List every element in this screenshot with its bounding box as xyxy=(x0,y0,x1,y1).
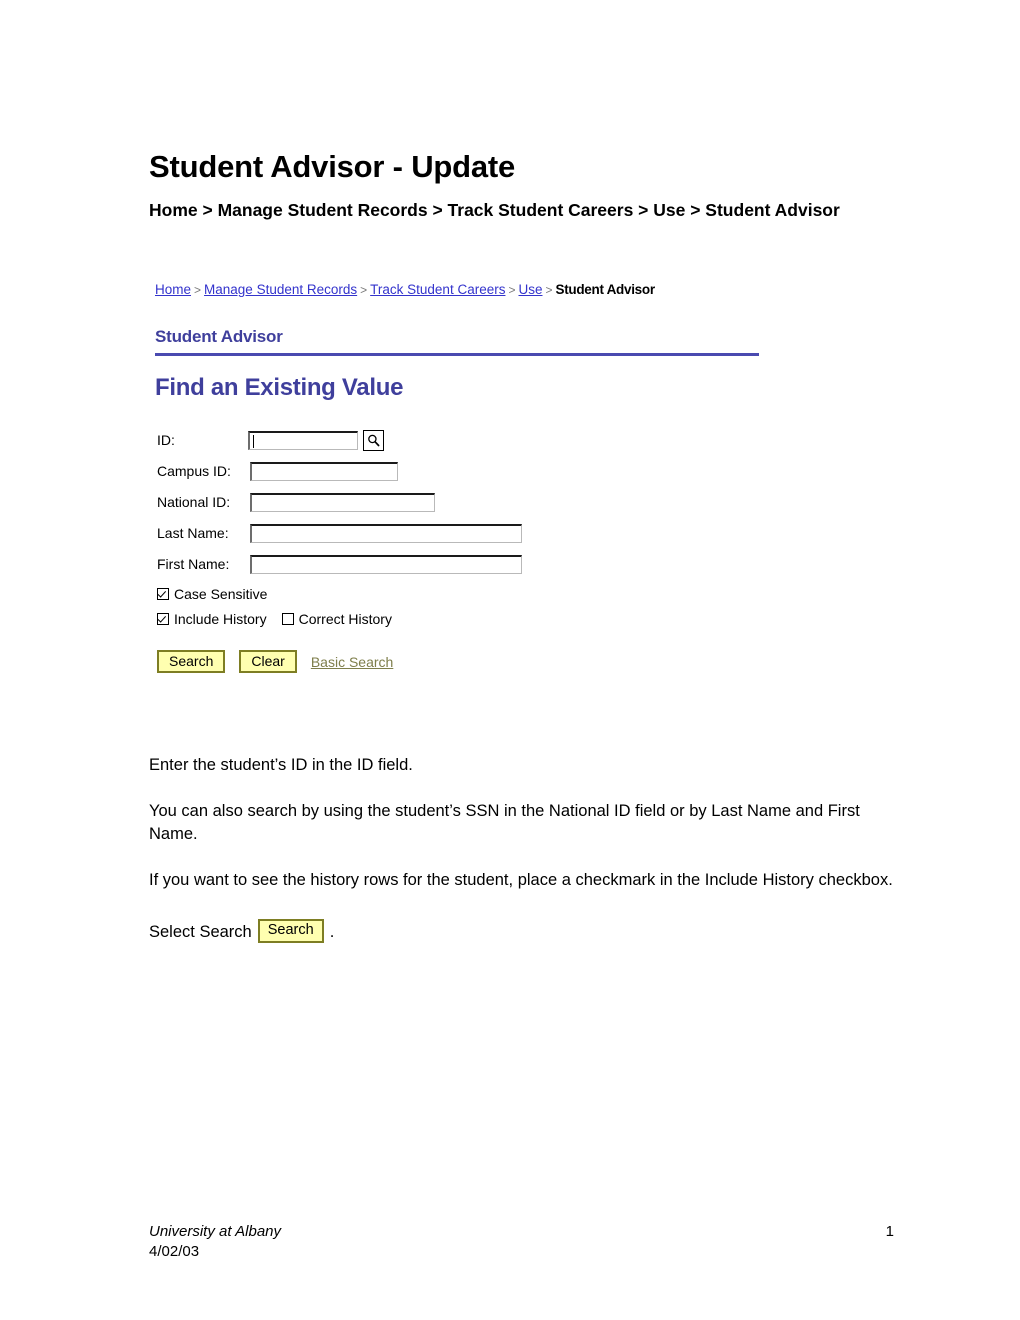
search-button[interactable]: Search xyxy=(157,650,226,673)
instruction-paragraph-1: Enter the student’s ID in the ID field. xyxy=(149,755,413,774)
footer-page-number: 1 xyxy=(885,1223,894,1240)
form-row-campus-id: Campus ID: xyxy=(157,460,522,482)
case-sensitive-checkbox[interactable]: Case Sensitive xyxy=(157,586,267,602)
page-title: Student Advisor - Update xyxy=(149,148,516,184)
footer-date: 4/02/03 xyxy=(149,1243,200,1261)
breadcrumb: Home > Manage Student Records > Track Studen… xyxy=(155,283,655,297)
text-caret xyxy=(253,434,254,448)
checkbox-checked-icon[interactable] xyxy=(157,587,169,600)
breadcrumb-current: Student Advisor xyxy=(555,282,656,297)
search-form: ID: Campus ID: National ID: Last Name: F… xyxy=(157,429,522,673)
checkbox-row-case-sensitive: Case Sensitive xyxy=(157,584,522,603)
national-id-label: National ID: xyxy=(157,494,231,510)
select-search-text: Select Search xyxy=(149,922,252,941)
include-history-label: Include History xyxy=(174,610,267,627)
form-row-national-id: National ID: xyxy=(157,491,522,513)
instruction-paragraph-4: Select Search Search . xyxy=(149,919,894,944)
checkbox-unchecked-icon[interactable] xyxy=(281,612,294,625)
checkbox-checked-icon[interactable] xyxy=(157,612,169,625)
sentence-period: . xyxy=(329,922,335,941)
clear-button[interactable]: Clear xyxy=(239,650,297,673)
magnifying-glass-icon[interactable] xyxy=(363,429,384,451)
basic-search-link[interactable]: Basic Search xyxy=(311,654,393,670)
footer: University at Albany 4/02/03 1 xyxy=(149,1222,894,1263)
document-page: Student Advisor - Update Home > Manage S… xyxy=(0,0,1020,1320)
id-label: ID: xyxy=(157,432,175,448)
breadcrumb-link-use[interactable]: Use xyxy=(518,282,542,297)
instruction-paragraph-3: If you want to see the history rows for … xyxy=(149,870,893,889)
form-row-first-name: First Name: xyxy=(157,553,522,575)
form-row-last-name: Last Name: xyxy=(157,522,522,544)
breadcrumb-link-home[interactable]: Home xyxy=(155,282,191,297)
title-divider xyxy=(155,353,759,356)
breadcrumb-link-manage-student-records[interactable]: Manage Student Records xyxy=(204,282,357,297)
first-name-label: First Name: xyxy=(157,556,230,572)
case-sensitive-label: Case Sensitive xyxy=(174,585,268,602)
breadcrumb-separator: > xyxy=(360,283,368,297)
correct-history-checkbox[interactable]: Correct History xyxy=(281,610,392,627)
navigation-path: Home > Manage Student Records > Track St… xyxy=(149,200,840,220)
inline-search-button[interactable]: Search xyxy=(257,919,324,943)
footer-organization: University at Albany xyxy=(149,1223,281,1240)
checkbox-row-history: Include History Correct History xyxy=(157,609,522,628)
app-page-title: Student Advisor xyxy=(155,327,283,346)
breadcrumb-separator: > xyxy=(545,283,553,297)
campus-id-input[interactable] xyxy=(250,461,398,481)
include-history-checkbox[interactable]: Include History xyxy=(157,611,267,627)
national-id-input[interactable] xyxy=(250,492,435,512)
form-row-id: ID: xyxy=(157,429,522,451)
form-actions: Search Clear Basic Search xyxy=(157,650,522,673)
embedded-screenshot: Home > Manage Student Records > Track Studen… xyxy=(155,283,775,683)
first-name-input[interactable] xyxy=(250,554,522,574)
breadcrumb-separator: > xyxy=(508,283,516,297)
campus-id-label: Campus ID: xyxy=(157,463,231,479)
last-name-label: Last Name: xyxy=(157,525,229,541)
section-heading: Find an Existing Value xyxy=(155,374,404,401)
last-name-input[interactable] xyxy=(250,523,522,543)
instruction-paragraph-2: You can also search by using the student… xyxy=(149,801,860,843)
breadcrumb-separator: > xyxy=(194,283,202,297)
breadcrumb-link-track-student-careers[interactable]: Track Student Careers xyxy=(370,282,505,297)
correct-history-label: Correct History xyxy=(298,610,392,627)
id-input[interactable] xyxy=(248,430,358,450)
